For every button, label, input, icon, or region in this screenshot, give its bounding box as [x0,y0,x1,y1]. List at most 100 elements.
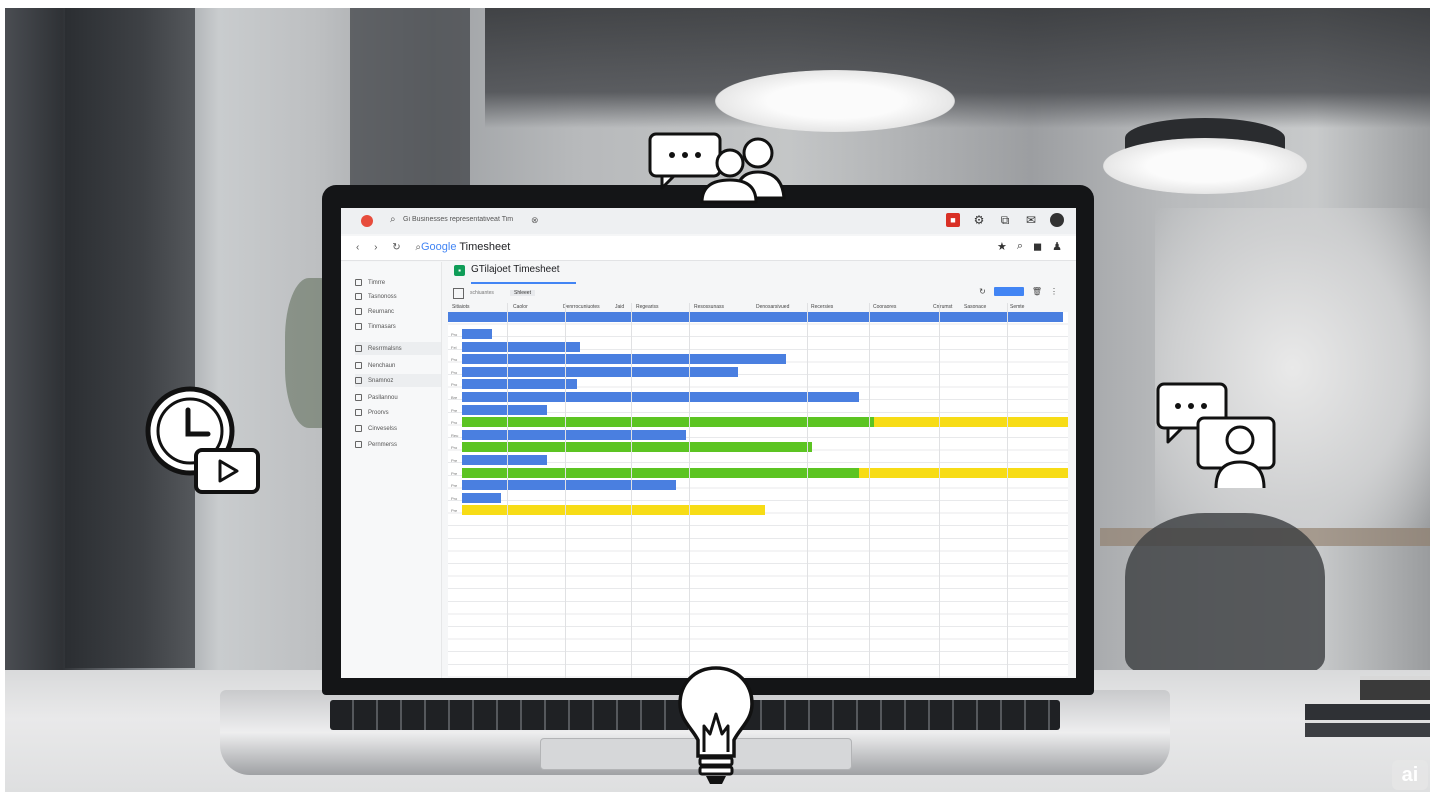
app-logo-icon[interactable] [361,215,373,227]
checkbox-icon[interactable] [453,288,464,299]
column-header[interactable]: Crrrumst [933,304,952,310]
column-header[interactable]: Cooraores [873,304,896,310]
column-header[interactable]: Semte [1010,304,1024,310]
notification-icon[interactable]: ✉ [1024,213,1038,227]
doc-icon [355,425,362,432]
row-label: Pre [451,458,458,463]
sidebar-item[interactable]: Resrrmalsns [355,342,441,355]
sidebar-item[interactable]: Proorvs [355,406,441,419]
sidebar: Timrre Tasnonoss Reurnanc Tinmasars Resrrmal… [341,262,442,678]
sidebar-item-label: Snamnoz [368,377,394,384]
people-group-icon [696,136,792,204]
timeline-bar[interactable] [462,329,493,339]
row-label: Reu [451,432,459,438]
toolbar-actions: ↻ 🗑 ⋮ [979,287,1058,296]
timeline-bar[interactable] [462,392,859,402]
grid-line [507,303,508,678]
row-label: Pre [451,470,458,476]
header-highlight-bar [448,312,1063,322]
extension-icon[interactable]: ■ [946,213,960,227]
grid-line [565,303,566,678]
calendar-icon [355,323,362,330]
toolbar-tab[interactable]: Shleeet [510,290,535,296]
sheet-title[interactable]: GTilajoet Timesheet [471,264,560,275]
account-icon[interactable]: ♟ [1052,240,1062,253]
address-bar-icons: ★ ⌕ ◼ ♟ [997,240,1062,253]
timeline-bar[interactable] [462,417,875,428]
bookmark-star-icon[interactable]: ★ [997,240,1007,253]
sidebar-item-label: Timrre [368,279,386,286]
ceiling [485,8,1430,128]
dark-pillar [65,8,195,668]
timeline-bar[interactable] [462,354,787,365]
row-label: Pre [451,483,458,489]
column-header[interactable]: Sitiaiots [452,304,470,310]
row-label: Pro [451,369,458,375]
sheet-toolbar: schiuantes Shleeet ↻ 🗑 ⋮ [448,286,1068,302]
spreadsheet-grid[interactable]: Pro Fel Pro Pro Pro Bre Pre Pro Reu Pro Pre Pre Pre P… [448,312,1068,678]
sidebar-item-label: Resrrmalsns [368,345,402,352]
doc-icon [355,394,362,401]
column-header[interactable]: Denrrocuniuotes [563,304,600,310]
column-header[interactable]: Denosarsivued [756,304,789,310]
sidebar-item[interactable]: Pasllannou [355,391,441,404]
title-underline [471,282,576,284]
timeline-bar[interactable] [462,480,676,491]
sidebar-item[interactable]: Snamnoz [355,374,441,387]
share-button[interactable] [993,287,1024,296]
timeline-bar-extension[interactable] [874,417,1068,428]
timeline-bar[interactable] [462,366,738,377]
watermark-badge: ai [1392,760,1428,790]
column-header[interactable]: Jaid [615,304,624,310]
ceiling-lamp [715,70,955,132]
column-header[interactable]: Regeariss [636,304,659,310]
sidebar-item[interactable]: Reurnanc [355,305,441,318]
timeline-bar[interactable] [462,467,859,478]
sidebar-item[interactable]: Tinmasars [355,320,441,333]
row-label: Bre [451,395,458,400]
sidebar-item[interactable]: Tasnonoss [355,290,441,303]
gear-icon [355,308,362,315]
sidebar-item[interactable]: Nenchaun [355,359,441,372]
more-icon[interactable]: ⋮ [1050,287,1058,296]
sidebar-item-label: Pernmerss [368,441,398,448]
sidebar-item[interactable]: Pernmerss [355,438,441,451]
timeline-bar[interactable] [462,442,813,453]
sidebar-item-label: Tasnonoss [368,293,397,300]
grid-line [689,303,690,678]
row-label: Pre [451,407,458,413]
ceiling-lamp [1103,138,1307,194]
window-icon[interactable]: ⧉ [998,213,1012,227]
column-header[interactable]: Recersies [811,304,833,310]
trash-icon[interactable]: 🗑 [1032,287,1042,296]
timeline-bar[interactable] [462,492,502,503]
settings-icon[interactable]: ⚙ [972,213,986,227]
sidebar-item[interactable]: Cinveselss [355,422,441,435]
search-icon[interactable]: ⌕ [390,214,396,225]
column-header[interactable]: Resossunass [694,304,724,310]
sidebar-item-label: Pasllannou [368,394,398,401]
grid-line [869,303,870,678]
chat-user-icon [1154,380,1278,492]
profile-icon[interactable]: ◼ [1033,240,1042,253]
timeline-bar[interactable] [462,379,578,390]
profile-icon[interactable] [1050,213,1064,227]
address-text[interactable]: Google Timesheet [421,241,510,253]
timeline-bar[interactable] [462,341,581,352]
timeline-bar[interactable] [462,455,547,465]
column-header[interactable]: Caolor [513,304,528,310]
tab-title[interactable]: Gi Businesses representativeat Timesheet [403,216,513,223]
address-bar[interactable]: ‹ › ↻ ⌕ Google Timesheet ★ ⌕ ◼ ♟ [341,236,1076,261]
toolbar-label[interactable]: schiuantes [470,290,494,296]
sidebar-item[interactable]: Timrre [355,276,441,289]
timeline-bar-extension[interactable] [858,467,1068,478]
navigation-buttons[interactable]: ‹ › ↻ ⌕ [356,242,427,253]
tab-close-icon[interactable]: ⊗ [531,215,539,226]
sidebar-item-label: Nenchaun [368,362,396,369]
timeline-bar[interactable] [462,429,687,440]
timeline-bar[interactable] [462,404,547,415]
search-icon[interactable]: ⌕ [1017,240,1023,253]
grid-line [1007,303,1008,678]
refresh-icon[interactable]: ↻ [979,287,986,296]
column-header[interactable]: Sasonace [964,304,986,310]
